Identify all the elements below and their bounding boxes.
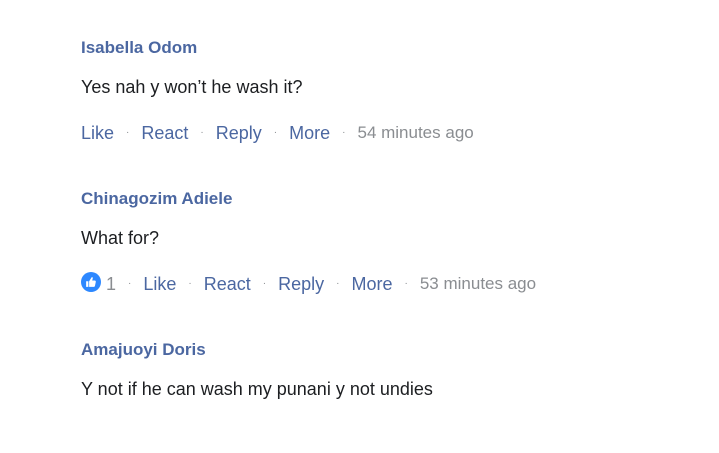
comment-timestamp[interactable]: 53 minutes ago [420, 273, 536, 295]
reaction-summary[interactable]: 1 [81, 272, 117, 295]
separator-dot: · [342, 127, 346, 138]
separator-dot: · [336, 278, 340, 289]
more-link[interactable]: More [351, 273, 392, 295]
more-link[interactable]: More [289, 122, 330, 144]
comment-text: Y not if he can wash my punani y not und… [81, 379, 433, 399]
comment-text: What for? [81, 228, 160, 248]
react-link[interactable]: React [141, 122, 188, 144]
separator-dot: · [404, 278, 408, 289]
separator-dot: · [273, 127, 278, 138]
comment-actions: 1 · Like · React · Reply · More · 53 min… [81, 272, 536, 295]
reply-link[interactable]: Reply [278, 273, 324, 295]
comment-timestamp[interactable]: 54 minutes ago [357, 122, 473, 144]
comment-author[interactable]: Amajuoyi Doris [81, 340, 206, 360]
comment-author[interactable]: Chinagozim Adiele [81, 189, 232, 209]
comment-author[interactable]: Isabella Odom [81, 38, 197, 58]
separator-dot: · [126, 127, 130, 138]
like-link[interactable]: Like [143, 273, 176, 295]
react-link[interactable]: React [204, 273, 251, 295]
like-link[interactable]: Like [81, 122, 114, 144]
separator-dot: · [262, 278, 267, 289]
thumbs-up-icon [81, 272, 101, 292]
comment-actions: Like · React · Reply · More · 54 minutes… [81, 122, 474, 144]
reply-link[interactable]: Reply [216, 122, 262, 144]
reaction-count: 1 [106, 274, 117, 294]
comment-text: Yes nah y won’t he wash it? [81, 77, 303, 97]
separator-dot: · [188, 278, 192, 289]
separator-dot: · [200, 127, 204, 138]
separator-dot: · [128, 278, 132, 289]
